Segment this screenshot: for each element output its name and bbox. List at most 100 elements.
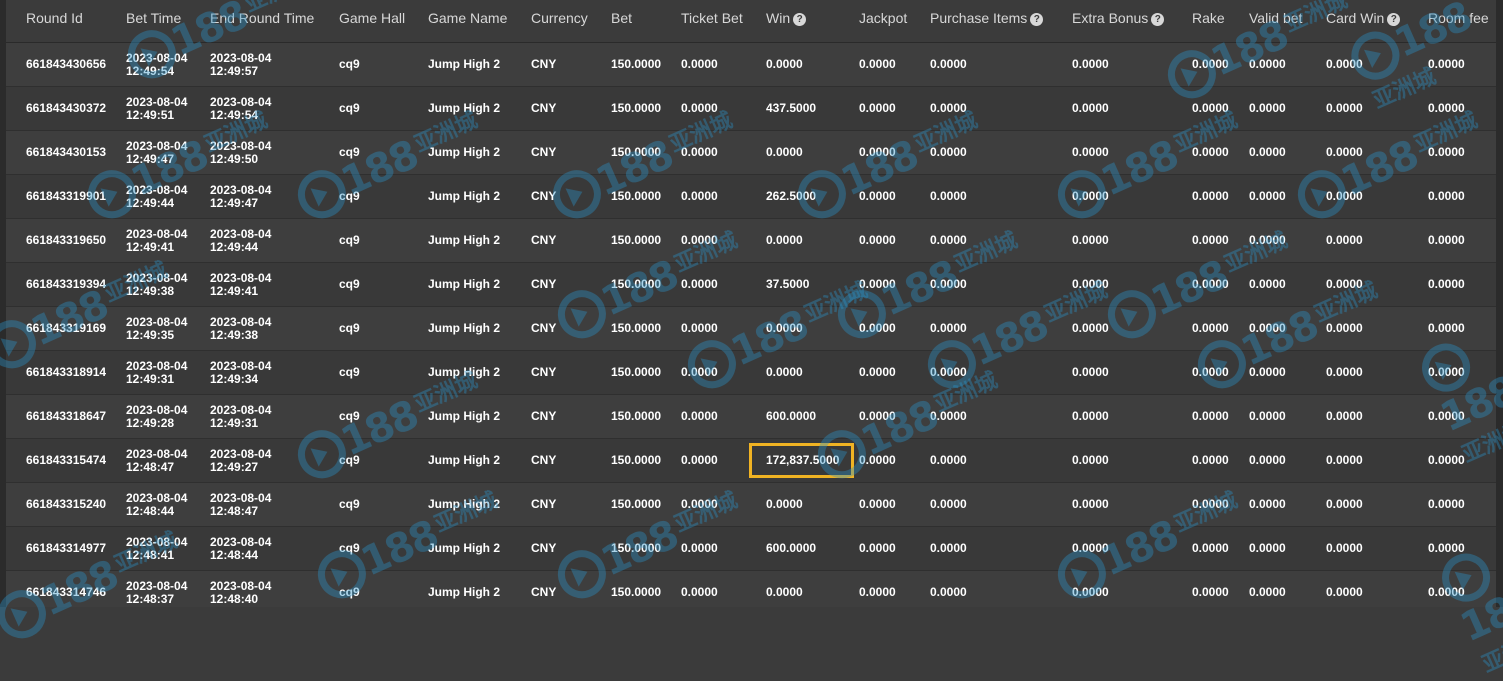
cell-valid-bet: 0.0000: [1249, 262, 1326, 307]
extra-bonus-value: 0.0000: [1072, 189, 1109, 203]
round-id-value: 661843318647: [26, 409, 107, 423]
cell-ticket-bet: 0.0000: [681, 350, 766, 395]
purchase-items-value: 0.0000: [930, 409, 967, 423]
help-icon[interactable]: ?: [793, 13, 807, 26]
card-win-value: 0.0000: [1326, 541, 1363, 555]
column-header-rake[interactable]: Rake: [1192, 0, 1249, 43]
round-id-value: 661843318914: [26, 365, 107, 379]
column-header-valid-bet[interactable]: Valid bet: [1249, 0, 1326, 43]
column-header-win[interactable]: Win?: [766, 0, 859, 43]
cell-game-name: Jump High 2: [428, 262, 531, 307]
cell-end-round-time: 2023-08-04 12:49:47: [210, 174, 339, 219]
currency-value: CNY: [531, 277, 557, 291]
cell-jackpot: 0.0000: [859, 570, 930, 607]
cell-valid-bet: 0.0000: [1249, 130, 1326, 175]
cell-purchase-items: 0.0000: [930, 438, 1072, 483]
column-header-card-win[interactable]: Card Win?: [1326, 0, 1428, 43]
bet-value: 150.0000: [611, 233, 662, 247]
cell-ticket-bet: 0.0000: [681, 570, 766, 607]
watermark-cn-text: 亚洲城: [1478, 628, 1503, 679]
jackpot-value: 0.0000: [859, 101, 896, 115]
bet-date: 2023-08-04: [126, 314, 188, 329]
column-header-game-name[interactable]: Game Name: [428, 0, 531, 43]
cell-purchase-items: 0.0000: [930, 174, 1072, 219]
cell-purchase-items: 0.0000: [930, 482, 1072, 527]
valid-bet-value: 0.0000: [1249, 101, 1286, 115]
cell-card-win: 0.0000: [1326, 218, 1428, 263]
column-header-label: End Round Time: [210, 10, 315, 26]
cell-purchase-items: 0.0000: [930, 350, 1072, 395]
column-header-label: Ticket Bet: [681, 10, 743, 26]
cell-bet-time: 2023-08-04 12:49:38: [126, 262, 210, 307]
table-row: 661843315474 2023-08-04 12:48:47 2023-08-04…: [0, 438, 1503, 483]
card-win-value: 0.0000: [1326, 585, 1363, 599]
column-header-ticket-bet[interactable]: Ticket Bet: [681, 0, 766, 43]
column-header-currency[interactable]: Currency: [531, 0, 611, 43]
help-icon[interactable]: ?: [1151, 13, 1165, 26]
cell-purchase-items: 0.0000: [930, 570, 1072, 607]
end-date: 2023-08-04: [210, 578, 272, 593]
cell-bet: 150.0000: [611, 174, 681, 219]
end-date: 2023-08-04: [210, 182, 272, 197]
bet-value: 150.0000: [611, 101, 662, 115]
room-fee-value: 0.0000: [1428, 189, 1465, 203]
column-header-jackpot[interactable]: Jackpot: [859, 0, 930, 43]
column-header-extra-bonus[interactable]: Extra Bonus?: [1072, 0, 1192, 43]
game-hall-value: cq9: [339, 145, 360, 159]
column-header-bet[interactable]: Bet: [611, 0, 681, 43]
purchase-items-value: 0.0000: [930, 101, 967, 115]
cell-round-id: 661843430656: [0, 42, 126, 87]
help-icon[interactable]: ?: [1030, 13, 1044, 26]
column-header-bet-time[interactable]: Bet Time: [126, 0, 210, 43]
cell-bet: 150.0000: [611, 262, 681, 307]
cell-card-win: 0.0000: [1326, 394, 1428, 439]
rake-value: 0.0000: [1192, 365, 1229, 379]
cell-purchase-items: 0.0000: [930, 42, 1072, 87]
cell-extra-bonus: 0.0000: [1072, 86, 1192, 131]
column-header-end-round-time[interactable]: End Round Time: [210, 0, 339, 43]
end-date: 2023-08-04: [210, 138, 272, 153]
bet-date: 2023-08-04: [126, 270, 188, 285]
column-header-game-hall[interactable]: Game Hall: [339, 0, 428, 43]
purchase-items-value: 0.0000: [930, 541, 967, 555]
cell-valid-bet: 0.0000: [1249, 526, 1326, 571]
cell-purchase-items: 0.0000: [930, 394, 1072, 439]
cell-win: 0.0000: [766, 570, 859, 607]
cell-jackpot: 0.0000: [859, 438, 930, 483]
cell-currency: CNY: [531, 438, 611, 483]
currency-value: CNY: [531, 57, 557, 71]
cell-valid-bet: 0.0000: [1249, 86, 1326, 131]
help-icon[interactable]: ?: [1387, 13, 1401, 26]
game-name-value: Jump High 2: [428, 233, 501, 247]
column-header-label: Win: [766, 10, 791, 26]
currency-value: CNY: [531, 233, 557, 247]
cell-bet: 150.0000: [611, 570, 681, 607]
bet-date: 2023-08-04: [126, 50, 188, 65]
cell-room-fee: 0.0000: [1428, 262, 1503, 307]
cell-win: 0.0000: [766, 218, 859, 263]
bet-date: 2023-08-04: [126, 534, 188, 549]
column-header-round-id[interactable]: Round Id: [0, 0, 126, 43]
cell-rake: 0.0000: [1192, 262, 1249, 307]
valid-bet-value: 0.0000: [1249, 541, 1286, 555]
room-fee-value: 0.0000: [1428, 585, 1465, 599]
column-header-room-fee[interactable]: Room fee: [1428, 0, 1503, 43]
cell-card-win: 0.0000: [1326, 130, 1428, 175]
extra-bonus-value: 0.0000: [1072, 497, 1109, 511]
column-header-label: Bet: [611, 10, 633, 26]
scrollbar-track[interactable]: [1496, 0, 1503, 607]
column-header-label: Jackpot: [859, 10, 908, 26]
win-value: 0.0000: [766, 321, 803, 335]
ticket-bet-value: 0.0000: [681, 57, 718, 71]
cell-game-name: Jump High 2: [428, 218, 531, 263]
cell-game-hall: cq9: [339, 350, 428, 395]
ticket-bet-value: 0.0000: [681, 585, 718, 599]
jackpot-value: 0.0000: [859, 497, 896, 511]
extra-bonus-value: 0.0000: [1072, 57, 1109, 71]
column-header-label: Game Name: [428, 10, 508, 26]
cell-jackpot: 0.0000: [859, 42, 930, 87]
cell-card-win: 0.0000: [1326, 570, 1428, 607]
jackpot-value: 0.0000: [859, 145, 896, 159]
cell-end-round-time: 2023-08-04 12:49:31: [210, 394, 339, 439]
column-header-purchase-items[interactable]: Purchase Items?: [930, 0, 1072, 43]
